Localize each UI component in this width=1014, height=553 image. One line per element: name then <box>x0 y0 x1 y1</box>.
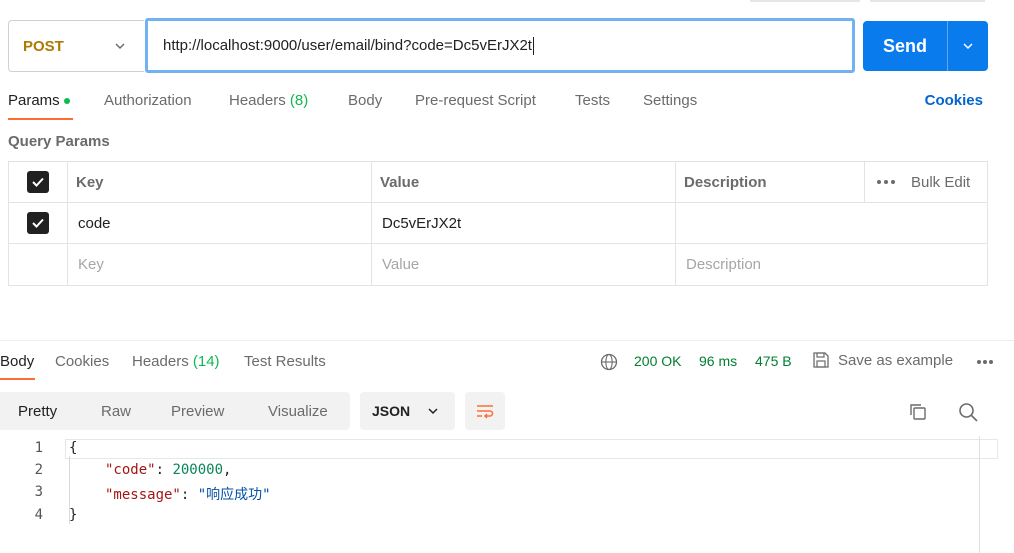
chevron-down-icon <box>963 43 973 50</box>
bulk-edit-button[interactable]: Bulk Edit <box>911 174 970 191</box>
code-line-close: } <box>69 507 78 523</box>
send-button[interactable]: Send <box>863 21 947 71</box>
active-tab-indicator <box>8 118 73 120</box>
wrap-lines-button[interactable] <box>465 392 505 430</box>
line-number: 1 <box>34 440 43 456</box>
table-header-row: Key Value Description Bulk Edit <box>9 162 987 203</box>
check-icon <box>32 218 44 228</box>
top-edge-fragment <box>750 0 860 2</box>
line-number: 4 <box>34 507 43 523</box>
response-divider <box>0 340 1014 341</box>
tab-label: Headers <box>132 353 189 370</box>
param-checkbox[interactable] <box>27 212 49 234</box>
status-code[interactable]: 200 OK <box>634 353 681 369</box>
chevron-down-icon <box>428 408 438 415</box>
view-pretty[interactable]: Pretty <box>18 392 57 430</box>
tab-test-results[interactable]: Test Results <box>244 353 326 370</box>
view-mode-switcher: Pretty Raw Preview Visualize <box>0 392 350 430</box>
tab-authorization[interactable]: Authorization <box>104 92 192 109</box>
empty-checkbox-cell <box>9 244 67 285</box>
chevron-down-icon <box>115 43 125 50</box>
globe-icon[interactable] <box>600 353 618 371</box>
json-string: "响应成功" <box>197 487 271 503</box>
tab-response-body[interactable]: Body <box>0 353 34 370</box>
headers-count: (8) <box>289 92 309 109</box>
tab-body[interactable]: Body <box>348 92 382 109</box>
query-params-table: Key Value Description Bulk Edit code Dc5… <box>8 161 988 286</box>
row-checkbox-cell <box>9 203 67 243</box>
send-button-group: Send <box>863 21 988 71</box>
response-time[interactable]: 96 ms <box>699 353 737 369</box>
format-select[interactable]: JSON <box>360 392 455 430</box>
more-options-icon[interactable] <box>977 360 993 364</box>
top-edge-fragment <box>870 0 985 2</box>
current-line-highlight <box>65 439 998 459</box>
request-tabs: Params Authorization Headers (8) Body Pr… <box>0 90 1014 120</box>
view-visualize[interactable]: Visualize <box>268 392 328 430</box>
param-description-cell[interactable] <box>675 203 987 243</box>
param-key-cell[interactable]: code <box>67 203 371 243</box>
check-icon <box>32 177 44 187</box>
header-checkbox-cell <box>9 162 67 202</box>
new-value-input[interactable]: Value <box>371 244 675 285</box>
new-description-input[interactable]: Description <box>675 244 987 285</box>
tab-label: Params <box>8 92 60 109</box>
code-line-code: "code": 200000, <box>105 462 232 478</box>
active-response-tab-indicator <box>0 378 35 380</box>
param-value-cell[interactable]: Dc5vErJX2t <box>371 203 675 243</box>
more-icon[interactable] <box>877 180 895 184</box>
column-header-value: Value <box>371 162 675 202</box>
column-header-key: Key <box>67 162 371 202</box>
search-icon[interactable] <box>957 401 979 423</box>
tab-response-headers[interactable]: Headers (14) <box>132 353 220 370</box>
code-line-message: "message": "响应成功" <box>105 487 271 503</box>
url-input[interactable]: http://localhost:9000/user/email/bind?co… <box>145 18 855 73</box>
json-number: 200000 <box>172 462 224 478</box>
tab-tests[interactable]: Tests <box>575 92 610 109</box>
tab-settings[interactable]: Settings <box>643 92 697 109</box>
json-key: "code" <box>105 462 156 478</box>
view-raw[interactable]: Raw <box>101 392 131 430</box>
response-size[interactable]: 475 B <box>755 353 792 369</box>
cookies-link[interactable]: Cookies <box>925 92 983 109</box>
tab-params[interactable]: Params <box>8 92 70 109</box>
table-row: code Dc5vErJX2t <box>9 203 987 244</box>
save-as-example-button[interactable]: Save as example <box>812 351 953 369</box>
wrap-icon <box>477 405 494 419</box>
save-as-example-label: Save as example <box>838 351 954 369</box>
code-line-open: { <box>69 440 78 456</box>
method-select[interactable]: POST <box>8 20 144 72</box>
new-key-input[interactable]: Key <box>67 244 371 285</box>
active-dot-icon <box>63 98 70 105</box>
editor-scrollbar[interactable] <box>979 436 980 553</box>
line-number: 2 <box>34 462 43 478</box>
json-key: "message" <box>105 487 181 503</box>
bulk-edit-cell: Bulk Edit <box>864 162 987 202</box>
select-all-checkbox[interactable] <box>27 171 49 193</box>
response-body-editor[interactable]: 1 2 3 4 { "code": 200000, "message": "响应… <box>0 436 1014 553</box>
headers-count: (14) <box>192 353 220 370</box>
text-caret <box>532 36 534 55</box>
column-header-description: Description <box>675 162 864 202</box>
tab-headers[interactable]: Headers (8) <box>229 92 308 109</box>
copy-icon[interactable] <box>908 402 928 422</box>
query-params-title: Query Params <box>8 133 110 150</box>
view-preview[interactable]: Preview <box>171 392 224 430</box>
url-text: http://localhost:9000/user/email/bind?co… <box>163 37 532 54</box>
method-label: POST <box>23 37 64 55</box>
send-options-button[interactable] <box>947 21 988 71</box>
format-label: JSON <box>372 403 411 419</box>
save-icon <box>813 352 829 368</box>
tab-label: Headers <box>229 92 286 109</box>
table-row-empty: Key Value Description <box>9 244 987 285</box>
line-number: 3 <box>34 484 43 500</box>
tab-response-cookies[interactable]: Cookies <box>55 353 109 370</box>
tab-prerequest-script[interactable]: Pre-request Script <box>415 92 536 109</box>
